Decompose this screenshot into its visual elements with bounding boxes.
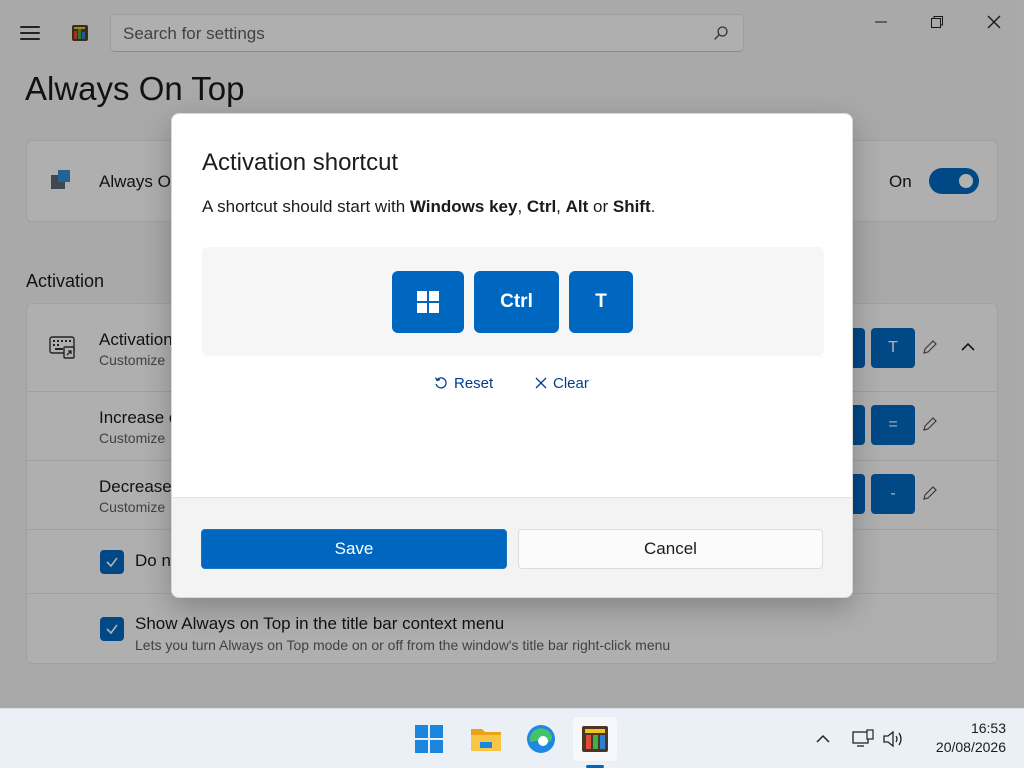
dialog-description: A shortcut should start with Windows key… [202, 197, 655, 217]
windows-start-icon [415, 725, 443, 753]
file-explorer-button[interactable] [464, 717, 508, 761]
clear-x-icon [535, 377, 547, 389]
dialog-footer: Save Cancel [172, 497, 852, 597]
clock-time: 16:53 [970, 720, 1006, 736]
network-icon [852, 729, 874, 747]
desc-key-shift: Shift [612, 197, 651, 216]
desc-sep: or [588, 197, 613, 216]
taskbar: 16:53 20/08/2026 [0, 708, 1024, 768]
network-tray[interactable] [851, 727, 875, 751]
speaker-icon [883, 730, 902, 748]
clear-label: Clear [553, 374, 589, 392]
desc-key-ctrl: Ctrl [526, 197, 557, 216]
chevron-up-icon [816, 734, 830, 743]
desc-sep: , [556, 197, 566, 216]
reset-button[interactable]: Reset [434, 372, 493, 394]
folder-icon [471, 729, 501, 751]
desc-key-alt: Alt [565, 197, 589, 216]
cancel-button[interactable]: Cancel [518, 529, 823, 569]
desc-key-windows: Windows key [409, 197, 518, 216]
activation-shortcut-dialog: Activation shortcut A shortcut should st… [171, 113, 853, 598]
reset-icon [434, 377, 447, 389]
key-t: T [569, 271, 633, 333]
desc-text: A shortcut should start with [202, 197, 410, 216]
edge-browser-button[interactable] [519, 717, 563, 761]
dialog-title: Activation shortcut [202, 149, 399, 176]
powertoys-icon [582, 726, 608, 752]
reset-label: Reset [454, 374, 494, 392]
key-ctrl: Ctrl [474, 271, 559, 333]
taskbar-clock[interactable]: 16:53 20/08/2026 [916, 719, 1006, 757]
start-button[interactable] [407, 717, 451, 761]
windows-logo-icon [417, 291, 439, 313]
powertoys-taskbar-button[interactable] [573, 717, 617, 761]
volume-tray[interactable] [881, 727, 905, 751]
shortcut-keys-panel: Ctrl T [202, 247, 824, 356]
clock-date: 20/08/2026 [935, 739, 1006, 755]
save-button[interactable]: Save [201, 529, 507, 569]
show-hidden-icons-button[interactable] [811, 727, 835, 751]
key-windows [392, 271, 464, 333]
edge-icon [527, 725, 555, 753]
desc-sep: , [517, 197, 527, 216]
clear-button[interactable]: Clear [535, 372, 589, 394]
desc-end: . [650, 197, 656, 216]
